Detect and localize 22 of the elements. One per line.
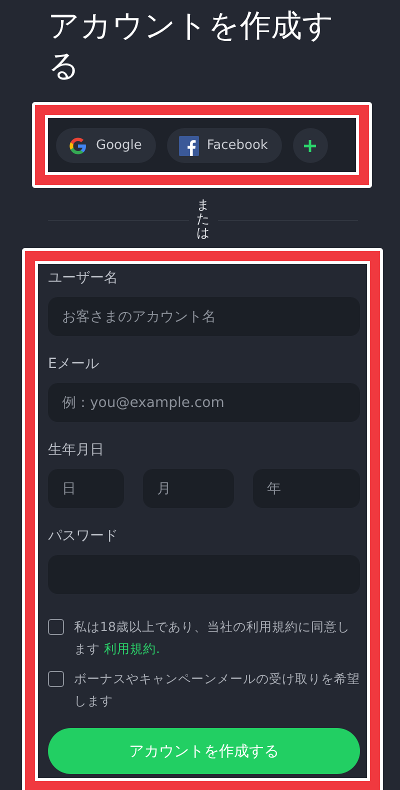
- field-label: パスワード: [48, 527, 119, 546]
- checkbox-label: 私は18歳以上であり、当社の利用規約に同意します 利用規約.: [74, 618, 351, 658]
- terms-link[interactable]: 利用規約.: [104, 641, 160, 656]
- field-label: Eメール: [48, 355, 100, 374]
- facebook-icon: [178, 136, 199, 156]
- date-field[interactable]: 日: [48, 469, 124, 508]
- field-label: ユーザー名: [48, 269, 119, 288]
- input-field[interactable]: お客さまのアカウント名: [48, 297, 360, 336]
- checkbox-label: ボーナスやキャンペーンメールの受け取りを希望します: [74, 670, 360, 710]
- more-button[interactable]: [292, 128, 328, 163]
- facebook-button[interactable]: Facebook: [166, 128, 282, 163]
- google-button[interactable]: Google: [56, 128, 156, 163]
- plus-icon: [303, 138, 318, 152]
- checkbox[interactable]: [48, 619, 64, 635]
- input-field[interactable]: 例：you@example.com: [48, 383, 360, 422]
- divider-text: または: [196, 198, 210, 242]
- date-field[interactable]: 月: [143, 469, 234, 508]
- page-title: アカウントを作成する: [48, 7, 335, 86]
- field-label: 生年月日: [48, 441, 105, 460]
- checkbox[interactable]: [48, 671, 64, 687]
- date-field[interactable]: 年: [253, 469, 360, 508]
- google-icon: [68, 136, 88, 156]
